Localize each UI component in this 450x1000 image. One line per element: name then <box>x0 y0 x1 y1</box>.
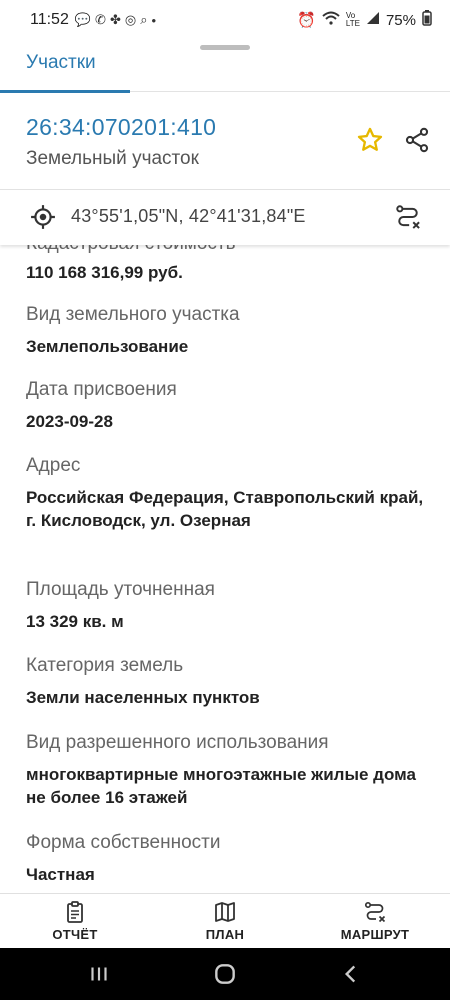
field-value: 13 329 кв. м <box>26 612 124 631</box>
notification-icons: 💬 ✆ ✤ ◎ ⌕ • <box>75 12 156 28</box>
detail-field: Вид земельного участка Землепользование <box>26 303 426 358</box>
cadastral-cost-field: 110 168 316,99 руб. <box>26 261 426 284</box>
field-label: Площадь уточненная <box>26 579 215 600</box>
field-value: Российская Федерация, Ставропольский кра… <box>26 488 424 530</box>
detail-field: Вид разрешенного использования многоквар… <box>26 731 426 809</box>
volte-icon: Vo LTE <box>345 11 360 28</box>
favorite-star-icon[interactable] <box>356 126 384 154</box>
coordinates-text[interactable]: 43°55'1,05"N, 42°41'31,84"E <box>71 206 306 227</box>
chat-icon: 💬 <box>74 12 92 27</box>
home-icon[interactable] <box>212 961 238 987</box>
tab-parcels[interactable]: Участки <box>26 52 96 74</box>
route-label: МАРШРУТ <box>340 927 410 942</box>
field-value: 2023-09-28 <box>26 412 113 431</box>
field-value: Земли населенных пунктов <box>26 688 260 707</box>
alarm-icon: ⏰ <box>297 12 316 29</box>
instagram-icon: ◎ <box>124 12 137 27</box>
field-label: Вид земельного участка <box>26 304 240 325</box>
detail-field: Адрес Российская Федерация, Ставропольск… <box>26 454 426 532</box>
status-time: 11:52 <box>30 11 69 28</box>
field-label: Дата присвоения <box>26 379 177 400</box>
field-label: Категория земель <box>26 655 184 676</box>
field-value: многоквартирные многоэтажные жилые дома … <box>26 765 416 807</box>
report-button[interactable]: ОТЧЁТ <box>15 900 135 948</box>
status-bar: 11:52 💬 ✆ ✤ ◎ ⌕ • ⏰ Vo LTE 75% <box>0 0 450 40</box>
detail-field: Форма собственности Частная <box>26 831 426 886</box>
plan-label: ПЛАН <box>205 927 245 942</box>
recent-apps-icon[interactable] <box>86 961 112 987</box>
cadastral-cost-label: Кадастровая стоимость <box>26 245 236 255</box>
details-scroll-area[interactable]: Кадастровая стоимость 110 168 316,99 руб… <box>0 245 450 893</box>
share-icon[interactable] <box>403 126 431 154</box>
parcel-header: 26:34:070201:410 Земельный участок <box>0 92 450 190</box>
wifi-icon <box>322 11 340 29</box>
map-icon <box>215 902 235 922</box>
detail-field: Дата присвоения 2023-09-28 <box>26 378 426 433</box>
field-label: Вид разрешенного использования <box>26 732 329 753</box>
route-button[interactable]: МАРШРУТ <box>315 900 435 948</box>
sheet-drag-handle[interactable] <box>200 45 250 50</box>
back-icon[interactable] <box>338 961 364 987</box>
field-value: Частная <box>26 865 95 884</box>
search-icon: ⌕ <box>140 12 148 27</box>
coordinates-row: 43°55'1,05"N, 42°41'31,84"E <box>0 190 450 245</box>
dot-icon: • <box>151 12 157 28</box>
cadastral-number[interactable]: 26:34:070201:410 <box>26 114 216 141</box>
report-label: ОТЧЁТ <box>52 927 98 942</box>
field-label: Адрес <box>26 455 81 476</box>
signal-icon <box>366 11 380 29</box>
plan-button[interactable]: ПЛАН <box>165 900 285 948</box>
detail-field: Площадь уточненная 13 329 кв. м <box>26 578 426 633</box>
field-label: Форма собственности <box>26 832 221 853</box>
field-value: Землепользование <box>26 337 189 356</box>
battery-level: 75% <box>385 11 416 29</box>
system-icons: ⏰ Vo LTE 75% <box>297 10 432 30</box>
tab-bar: Участки <box>0 52 450 93</box>
fan-icon: ✤ <box>109 12 121 27</box>
detail-field: Категория земель Земли населенных пункто… <box>26 654 426 709</box>
route-cancel-icon[interactable] <box>394 203 422 231</box>
cadastral-cost-value: 110 168 316,99 руб. <box>26 263 183 282</box>
location-target-icon[interactable] <box>30 204 56 230</box>
system-navigation-bar <box>0 948 450 1000</box>
bottom-navigation: ОТЧЁТ ПЛАН МАРШРУТ <box>0 893 450 948</box>
route-icon <box>364 901 386 923</box>
parcel-type: Земельный участок <box>26 148 199 169</box>
battery-icon <box>422 10 432 30</box>
whatsapp-icon: ✆ <box>95 12 106 27</box>
clipboard-icon <box>67 901 83 923</box>
